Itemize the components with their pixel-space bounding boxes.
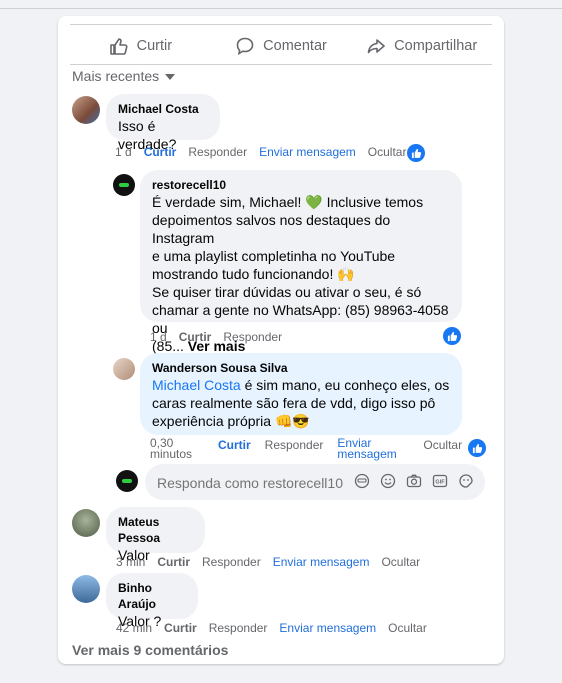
like-button[interactable]: Curtir (70, 30, 211, 62)
reply-button[interactable]: Responder (223, 330, 282, 344)
hide-button[interactable]: Ocultar (388, 621, 427, 635)
reply-tools: GIF (353, 472, 475, 490)
reply-button[interactable]: Responder (202, 555, 261, 569)
caret-down-icon (165, 74, 176, 80)
comment-actions: 1 d Curtir Responder (150, 330, 294, 344)
comment-time[interactable]: 3 min (116, 555, 145, 569)
comment-label: Comentar (263, 38, 327, 54)
gif-icon[interactable]: GIF (431, 472, 449, 490)
send-message-button[interactable]: Enviar mensagem (273, 555, 370, 569)
avatar[interactable] (72, 575, 100, 603)
avatar[interactable] (72, 96, 100, 124)
emoji-icon[interactable] (379, 472, 397, 490)
send-message-button[interactable]: Enviar mensagem (337, 437, 397, 460)
mention-link[interactable]: Michael Costa (152, 377, 241, 393)
share-label: Compartilhar (394, 38, 478, 54)
comment-bubble: Wanderson Sousa Silva Michael Costa é si… (140, 353, 462, 435)
like-comment-button[interactable]: Curtir (144, 145, 177, 159)
comment-text-line: e uma playlist completinha no YouTube (152, 248, 396, 264)
comment-text: é sim mano, eu conheço eles, os (240, 377, 450, 393)
comment-text-line: Se quiser tirar dúvidas ou ativar o seu,… (152, 284, 422, 300)
share-button[interactable]: Compartilhar (351, 30, 492, 62)
like-reaction-badge[interactable] (407, 144, 425, 162)
avatar[interactable] (113, 358, 135, 380)
sort-dropdown[interactable]: Mais recentes (72, 68, 176, 84)
hide-button[interactable]: Ocultar (381, 555, 420, 569)
avatar[interactable] (72, 509, 100, 537)
like-reaction-badge[interactable] (468, 439, 486, 457)
comment-author[interactable]: Michael Costa (118, 101, 208, 117)
comment-bubble: restorecell10 É verdade sim, Michael! 💚 … (140, 170, 462, 354)
top-divider (0, 8, 562, 9)
sticker-icon[interactable] (457, 472, 475, 490)
like-label: Curtir (136, 38, 173, 54)
avatar-sticker-icon[interactable] (353, 472, 371, 490)
comment-text-line: mostrando tudo funcionando! 🙌 (152, 266, 355, 282)
comment-actions: 1 d Curtir Responder Enviar mensagem Ocu… (115, 145, 418, 159)
send-message-button[interactable]: Enviar mensagem (279, 621, 376, 635)
share-icon (367, 39, 385, 54)
comment-text-line: caras realmente são fera de vdd, digo is… (152, 395, 436, 411)
comment-bubble: Michael Costa Isso é verdade? (106, 94, 220, 152)
reply-input[interactable] (155, 464, 359, 502)
comment-text-line: depoimentos salvos nos destaques do Inst… (152, 212, 391, 246)
comment-text-line: experiência própria 👊😎 (152, 413, 310, 429)
sort-label: Mais recentes (72, 68, 160, 84)
post-card: Curtir Comentar Compartilhar Mais recent… (58, 16, 504, 664)
comment-button[interactable]: Comentar (211, 30, 352, 62)
logo-mark (122, 479, 132, 483)
like-reaction-badge[interactable] (443, 327, 461, 345)
reply-button[interactable]: Responder (209, 621, 268, 635)
comment-time[interactable]: 1 d (150, 330, 167, 344)
svg-text:GIF: GIF (435, 480, 445, 486)
comment-author[interactable]: restorecell10 (152, 177, 450, 193)
comment-time[interactable]: 0,30 minutos (150, 437, 204, 460)
comment-actions: 42 min Curtir Responder Enviar mensagem … (116, 621, 439, 635)
post-actions: Curtir Comentar Compartilhar (70, 30, 492, 62)
comment-author[interactable]: Mateus Pessoa (118, 514, 193, 546)
comment-actions: 0,30 minutos Curtir Responder Enviar men… (150, 437, 474, 460)
avatar (116, 470, 138, 492)
view-more-comments[interactable]: Ver mais 9 comentários (72, 642, 228, 658)
comment-author[interactable]: Wanderson Sousa Silva (152, 360, 450, 376)
send-message-button[interactable]: Enviar mensagem (259, 145, 356, 159)
divider (70, 24, 492, 25)
comment-time[interactable]: 42 min (116, 621, 152, 635)
comment-text-line: É verdade sim, Michael! 💚 Inclusive temo… (152, 194, 424, 210)
avatar[interactable] (113, 174, 135, 196)
hide-button[interactable]: Ocultar (368, 145, 407, 159)
comment-actions: 3 min Curtir Responder Enviar mensagem O… (116, 555, 432, 569)
thumbs-up-icon (411, 148, 421, 158)
reply-button[interactable]: Responder (265, 438, 324, 452)
comment-time[interactable]: 1 d (115, 145, 132, 159)
like-comment-button[interactable]: Curtir (218, 438, 251, 452)
comment-icon (236, 37, 254, 56)
like-comment-button[interactable]: Curtir (164, 621, 197, 635)
comment-bubble: Binho Araújo Valor ? (106, 573, 198, 629)
like-comment-button[interactable]: Curtir (157, 555, 190, 569)
reply-button[interactable]: Responder (188, 145, 247, 159)
comment-text-line: Michael Costa é sim mano, eu conheço ele… (152, 376, 450, 394)
camera-icon[interactable] (405, 472, 423, 490)
comment-author[interactable]: Binho Araújo (118, 580, 186, 612)
hide-button[interactable]: Ocultar (423, 438, 462, 452)
logo-mark (119, 183, 129, 187)
thumbs-up-icon (472, 443, 482, 453)
thumbs-up-icon (109, 38, 128, 55)
thumbs-up-icon (447, 331, 457, 341)
reply-box: GIF (145, 464, 485, 502)
divider (70, 64, 492, 65)
like-comment-button[interactable]: Curtir (179, 330, 212, 344)
comment-bubble: Mateus Pessoa Valor (106, 507, 205, 563)
